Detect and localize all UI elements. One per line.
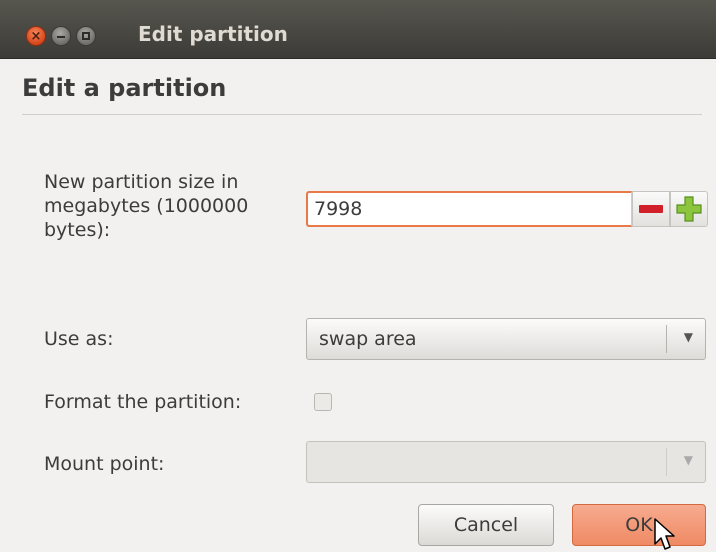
dialog-heading: Edit a partition [22, 74, 227, 102]
dropdown-divider [666, 325, 667, 353]
use-as-dropdown[interactable]: swap area ▼ [306, 318, 706, 360]
use-as-value: swap area [319, 328, 417, 350]
use-as-label: Use as: [44, 328, 114, 350]
partition-size-input[interactable] [306, 191, 632, 227]
ok-button[interactable]: OK [572, 504, 706, 546]
plus-icon [676, 196, 702, 222]
mouse-cursor-icon [654, 518, 675, 550]
maximize-icon[interactable] [76, 26, 96, 46]
mount-point-dropdown[interactable]: ▼ [306, 441, 706, 483]
decrease-size-button[interactable] [632, 191, 670, 227]
minus-icon [639, 205, 663, 213]
window-title: Edit partition [138, 22, 288, 46]
partition-size-label: New partition size in megabytes (1000000… [44, 171, 249, 241]
format-partition-checkbox[interactable] [314, 393, 332, 411]
dropdown-divider [666, 448, 667, 476]
heading-separator [22, 114, 702, 115]
edit-partition-window: × Edit partition Edit a partition New pa… [0, 0, 716, 552]
increase-size-button[interactable] [670, 191, 708, 227]
chevron-down-icon: ▼ [683, 453, 693, 467]
chevron-down-icon: ▼ [683, 330, 693, 344]
cancel-button[interactable]: Cancel [418, 504, 554, 546]
title-bar[interactable]: × Edit partition [0, 0, 716, 59]
close-icon[interactable]: × [26, 26, 46, 46]
mount-point-label: Mount point: [44, 453, 165, 475]
format-partition-label: Format the partition: [44, 391, 242, 413]
minimize-icon[interactable] [51, 26, 71, 46]
